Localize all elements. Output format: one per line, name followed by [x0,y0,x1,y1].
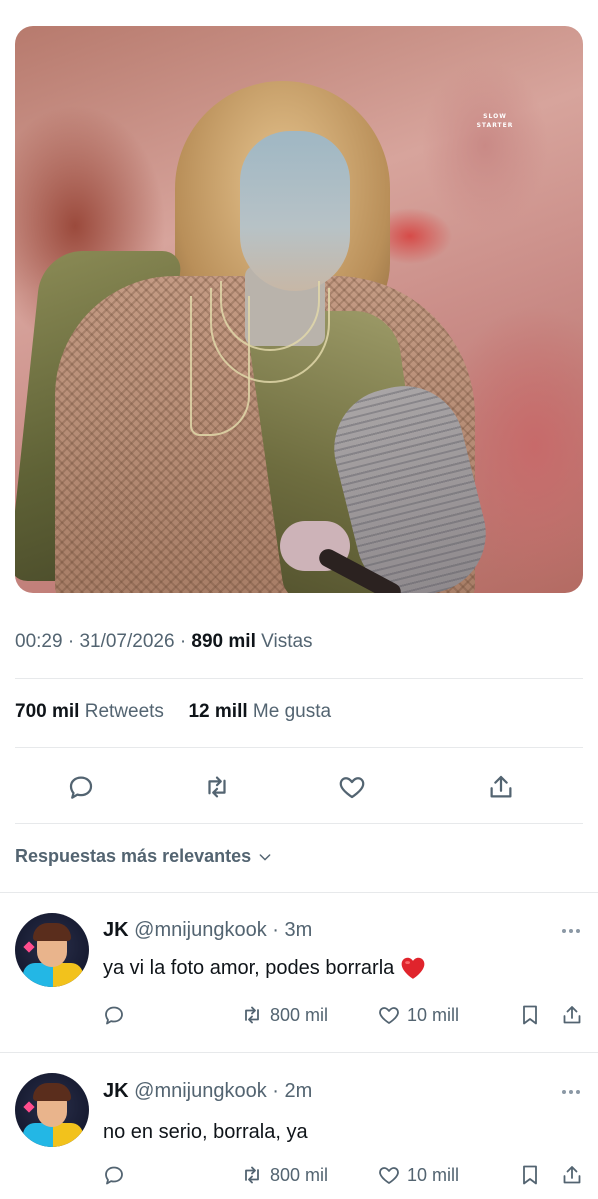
views-count: 890 mil [191,631,256,652]
reply-retweet-button[interactable]: 800 mil [240,1003,328,1027]
retweets-stat[interactable]: 700 mil Retweets [15,701,164,722]
reply-retweet-count: 800 mil [270,1004,329,1025]
reply-like-button[interactable]: 10 mill [377,1003,459,1027]
meta-separator: · [272,1080,279,1102]
avatar-sparkle [23,1101,35,1113]
tweet-meta: 00:29 · 31/07/2026 · 890 mil Vistas [15,631,313,653]
meta-separator: · [179,631,192,652]
heart-icon [339,777,365,799]
reply-text-content: ya vi la foto amor, podes borrarla [103,956,395,979]
avatar-hair [33,923,71,941]
like-button[interactable] [335,770,369,804]
chevron-down-icon [259,853,271,860]
reply-author[interactable]: JK @mnijungkook · 2m [103,1080,312,1103]
retweet-icon [208,776,226,798]
photo-necklace [190,296,250,436]
meta-separator: · [272,919,279,941]
retweet-icon [245,1166,259,1184]
retweet-button[interactable] [200,770,234,804]
share-icon [563,1006,581,1024]
photo-face [240,131,350,291]
retweets-label: Retweets [84,701,164,722]
reply-retweet-button[interactable]: 800 mil [240,1163,328,1187]
reply-icon [105,1006,123,1025]
avatar-jacket [53,963,83,987]
reply-share-button[interactable] [560,1163,584,1187]
watermark-line2: STARTER [476,122,514,129]
reply-item[interactable]: JK @mnijungkook · 2m no en serio, borral… [0,1053,598,1199]
reply-share-button[interactable] [560,1003,584,1027]
avatar-hair [33,1083,71,1101]
likes-label: Me gusta [252,701,332,722]
divider [15,747,583,748]
reply-icon [69,776,93,799]
heart-icon [379,1167,399,1184]
likes-count: 12 mill [188,701,248,722]
reply-time[interactable]: 3m [285,919,313,941]
tweet-date[interactable]: 31/07/2026 [79,631,174,652]
reply-author[interactable]: JK @mnijungkook · 3m [103,919,312,942]
tweet-stats: 700 mil Retweets 12 mill Me gusta [15,701,331,723]
reply-handle[interactable]: @mnijungkook [134,1080,267,1102]
tweet-time[interactable]: 00:29 [15,631,63,652]
reply-text: no en serio, borrala, ya [103,1121,308,1144]
retweet-icon [245,1006,259,1024]
replies-sort-label: Respuestas más relevantes [15,846,252,866]
bookmark-icon [523,1165,537,1185]
more-options-icon[interactable] [562,926,584,936]
avatar[interactable] [15,913,89,987]
retweets-count: 700 mil [15,701,80,722]
avatar[interactable] [15,1073,89,1147]
reply-like-count: 10 mill [407,1004,460,1025]
more-options-icon[interactable] [562,1087,584,1097]
reply-name[interactable]: JK [103,919,129,941]
reply-reply-button[interactable] [102,1163,126,1187]
avatar-jacket [53,1123,83,1147]
reply-time[interactable]: 2m [285,1080,313,1102]
views-label: Vistas [261,631,313,652]
avatar-sparkle [23,941,35,953]
reply-text-content: no en serio, borrala, ya [103,1121,308,1143]
replies-sort-dropdown[interactable]: Respuestas más relevantes [15,846,273,867]
likes-stat[interactable]: 12 mill Me gusta [188,701,331,722]
reply-reply-button[interactable] [102,1003,126,1027]
reply-text: ya vi la foto amor, podes borrarla [103,956,426,980]
reply-item[interactable]: JK @mnijungkook · 3m ya vi la foto amor,… [0,893,598,1051]
photo-watermark: SLOW STARTER [465,112,525,130]
reply-like-count: 10 mill [407,1164,460,1185]
divider [15,678,583,679]
share-button[interactable] [484,770,518,804]
bookmark-icon [523,1005,537,1025]
watermark-line1: SLOW [483,113,507,120]
reply-icon [105,1166,123,1185]
reply-name[interactable]: JK [103,1080,129,1102]
divider [15,823,583,824]
share-icon [490,775,512,798]
reply-like-button[interactable]: 10 mill [377,1163,459,1187]
red-heart-emoji [401,957,425,979]
share-icon [563,1166,581,1184]
bookmark-button[interactable] [518,1003,542,1027]
meta-separator: · [67,631,80,652]
reply-retweet-count: 800 mil [270,1164,329,1185]
reply-button[interactable] [64,770,98,804]
tweet-photo[interactable]: SLOW STARTER [15,26,583,593]
bookmark-button[interactable] [518,1163,542,1187]
reply-handle[interactable]: @mnijungkook [134,919,267,941]
heart-icon [379,1007,399,1024]
